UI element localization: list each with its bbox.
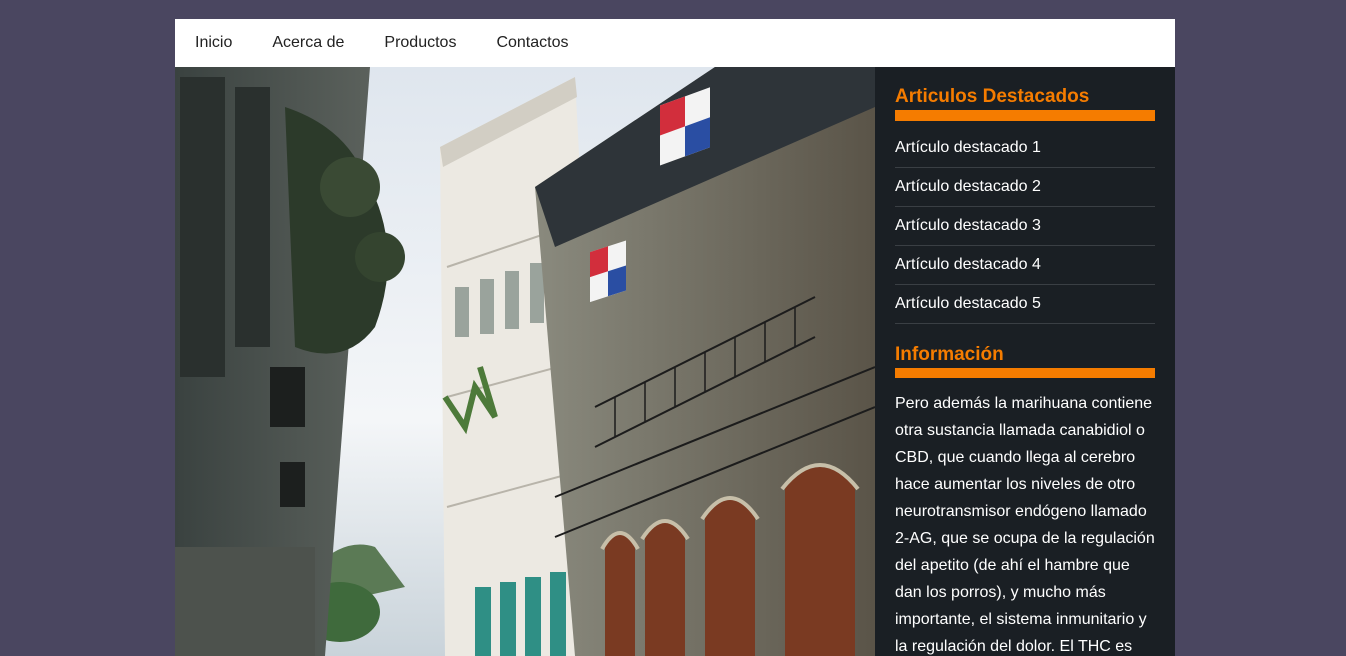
nav-item-inicio[interactable]: Inicio — [175, 19, 252, 67]
info-paragraph: Pero además la marihuana contiene otra s… — [895, 395, 1155, 655]
info-title: Información — [895, 344, 1155, 378]
featured-article-link[interactable]: Artículo destacado 3 — [895, 207, 1155, 246]
top-navbar: Inicio Acerca de Productos Contactos — [175, 19, 1175, 67]
featured-articles-list: Artículo destacado 1 Artículo destacado … — [895, 129, 1155, 324]
featured-article-link[interactable]: Artículo destacado 5 — [895, 285, 1155, 324]
featured-articles-title: Articulos Destacados — [895, 86, 1155, 121]
featured-article-link[interactable]: Artículo destacado 2 — [895, 168, 1155, 207]
page-wrapper: Inicio Acerca de Productos Contactos Art… — [175, 19, 1175, 656]
nav-item-acerca-de[interactable]: Acerca de — [252, 19, 364, 67]
street-balconies-photo — [175, 67, 875, 656]
main-content: Articulos Destacados Artículo destacado … — [175, 67, 1175, 656]
hero-image — [175, 67, 875, 656]
nav-item-contactos[interactable]: Contactos — [476, 19, 588, 67]
sidebar: Articulos Destacados Artículo destacado … — [875, 67, 1175, 656]
featured-article-link[interactable]: Artículo destacado 1 — [895, 129, 1155, 168]
featured-article-link[interactable]: Artículo destacado 4 — [895, 246, 1155, 285]
nav-item-productos[interactable]: Productos — [364, 19, 476, 67]
